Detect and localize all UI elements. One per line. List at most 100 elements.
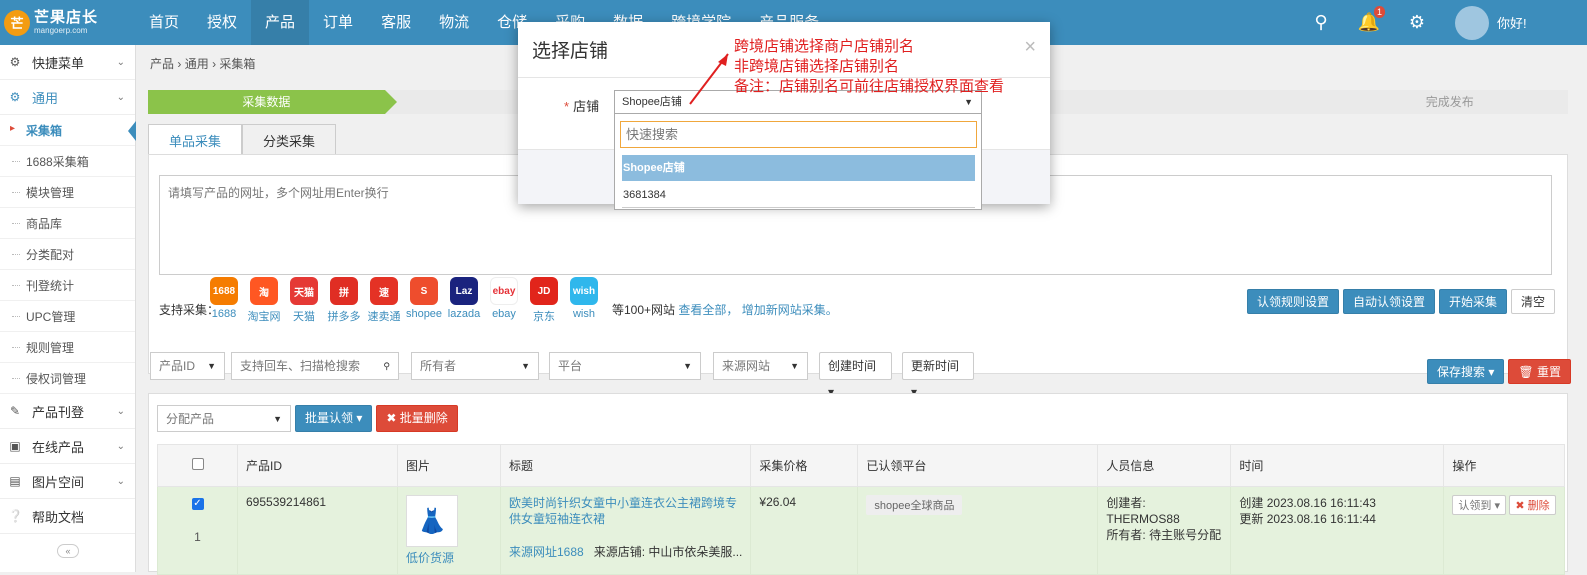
platform-item[interactable]: JD 京东 xyxy=(524,277,564,324)
clear-button[interactable]: 清空 xyxy=(1510,289,1555,314)
sidebar-item-help[interactable]: ❔ 帮助文档 xyxy=(0,499,135,534)
created-time-button[interactable]: 创建时间 ▾ xyxy=(819,352,892,399)
source-select[interactable]: 来源网站 ▼ xyxy=(713,352,808,380)
product-table: 产品ID 图片 标题 采集价格 已认领平台 人员信息 时间 操作 ✓ 1 695… xyxy=(157,444,1565,575)
nav-service[interactable]: 客服 xyxy=(367,0,425,45)
platform-item[interactable]: 淘淘宝网 xyxy=(244,277,284,324)
product-thumbnail[interactable]: 👗 xyxy=(406,495,458,547)
sidebar-sub-listing-stats[interactable]: 刊登统计 xyxy=(0,270,135,301)
platform-logo-icon: ebay xyxy=(490,277,518,305)
delete-button[interactable]: ✖ 删除 xyxy=(1509,495,1556,515)
batch-delete-button[interactable]: ✖ 批量删除 xyxy=(376,405,458,432)
chevron-down-icon: ⌄ xyxy=(116,56,125,68)
view-all-link[interactable]: 查看全部， xyxy=(678,303,738,317)
platform-item[interactable]: 天猫 天猫 xyxy=(284,277,324,324)
user-greeting[interactable]: 你好! xyxy=(1497,13,1587,32)
step-5 xyxy=(1094,90,1332,114)
platform-logo-icon: 淘 xyxy=(250,277,278,305)
sidebar-sub-product-lib[interactable]: 商品库 xyxy=(0,208,135,239)
row-title-link[interactable]: 欧美时尚针织女童中小童连衣公主裙跨境专供女童短袖连衣裙 xyxy=(509,495,742,527)
row-checkbox[interactable]: ✓ xyxy=(191,498,204,510)
owner-name: 待主账号分配 xyxy=(1149,528,1222,542)
updated-time-button[interactable]: 更新时间 ▾ xyxy=(902,352,974,399)
search-input[interactable]: 支持回车、扫描枪搜索 ⚲ xyxy=(231,352,399,380)
platform-select[interactable]: 平台 ▼ xyxy=(549,352,701,380)
creator-name: THERMOS88 xyxy=(1106,512,1180,526)
claimed-platform-tag: shopee全球商品 xyxy=(866,495,963,515)
sidebar-item-images[interactable]: ▤ 图片空间 ⌄ xyxy=(0,464,135,499)
annotation-note: 跨境店铺选择商户店铺别名 非跨境店铺选择店铺别名 备注：店铺别名可前往店铺授权界… xyxy=(734,38,1005,95)
platform-item[interactable]: 1688 1688 xyxy=(204,277,244,324)
save-search-button[interactable]: 保存搜索 ▾ xyxy=(1427,359,1505,384)
low-price-source-link[interactable]: 低价货源 xyxy=(406,549,492,566)
platform-name: 天猫 xyxy=(293,311,315,323)
sidebar-sub-module[interactable]: 模块管理 xyxy=(0,177,135,208)
add-site-link[interactable]: 增加新网站采集。 xyxy=(742,303,838,317)
created-time: 创建 2023.08.16 16:11:43 xyxy=(1239,496,1376,510)
search-icon[interactable]: ⚲ xyxy=(1297,0,1345,45)
row-price: ¥26.04 xyxy=(750,486,859,575)
platform-logo-icon: 拼 xyxy=(330,277,358,305)
platform-item[interactable]: ebay ebay xyxy=(484,277,524,324)
platform-logo-icon: JD xyxy=(530,277,558,305)
row-product-id: 695539214861 xyxy=(237,486,398,575)
bell-icon[interactable]: 🔔 1 xyxy=(1345,0,1393,45)
platform-name: 京东 xyxy=(533,311,555,323)
platform-item[interactable]: 速速卖通 xyxy=(364,277,404,324)
logo[interactable]: 芒 芒果店长 mangoerp.com xyxy=(0,0,135,45)
platform-item[interactable]: 拼拼多多 xyxy=(324,277,364,324)
assign-product-select[interactable]: 分配产品 ▼ xyxy=(157,405,291,432)
caret-down-icon: ▼ xyxy=(521,361,530,371)
claim-rule-button[interactable]: 认领规则设置 xyxy=(1246,289,1339,314)
sidebar-sub-upc[interactable]: UPC管理 xyxy=(0,301,135,332)
platform-list: 1688 1688 淘淘宝网 天猫 天猫拼拼多多速速卖通 Sshopee Laz lazada… xyxy=(204,277,604,324)
gear-icon[interactable]: ⚙ xyxy=(1393,0,1441,45)
batch-claim-button[interactable]: 批量认领 ▾ xyxy=(295,405,373,432)
logo-subtext: mangoerp.com xyxy=(34,26,88,35)
shop-search-input[interactable]: 快速搜索 xyxy=(620,121,977,148)
shop-option[interactable]: Shopee店铺 xyxy=(622,155,975,181)
sidebar-item-general[interactable]: ⚙ 通用 ⌄ xyxy=(0,80,135,115)
auto-claim-button[interactable]: 自动认领设置 xyxy=(1342,289,1435,314)
col-image: 图片 xyxy=(397,444,501,487)
close-icon[interactable]: × xyxy=(1024,36,1036,59)
owner-select[interactable]: 所有者 ▼ xyxy=(411,352,539,380)
nav-auth[interactable]: 授权 xyxy=(193,0,251,45)
sidebar-sub-collect-box[interactable]: 采集箱 xyxy=(0,115,136,146)
nav-home[interactable]: 首页 xyxy=(135,0,193,45)
platform-item[interactable]: wish wish xyxy=(564,277,604,324)
platform-logo-icon: Laz xyxy=(450,277,478,305)
avatar[interactable] xyxy=(1455,5,1489,40)
chevron-down-icon: ⌄ xyxy=(116,475,125,487)
start-collect-button[interactable]: 开始采集 xyxy=(1438,289,1507,314)
collapse-sidebar-button[interactable]: « xyxy=(57,544,79,558)
platform-logo-icon: 速 xyxy=(370,277,398,305)
platform-name: 速卖通 xyxy=(367,311,401,323)
sidebar-item-online[interactable]: ▣ 在线产品 ⌄ xyxy=(0,429,135,464)
platform-item[interactable]: Sshopee xyxy=(404,277,444,324)
col-product-id[interactable]: 产品ID xyxy=(237,444,398,487)
nav-product[interactable]: 产品 xyxy=(251,0,310,45)
platform-name: lazada xyxy=(447,308,481,320)
shop-dropdown: 快速搜索 Shopee店铺 3681384 xyxy=(614,114,982,210)
sidebar-sub-infringe[interactable]: 侵权词管理 xyxy=(0,363,135,394)
sidebar-sub-category-match[interactable]: 分类配对 xyxy=(0,239,135,270)
source-url-link[interactable]: 来源网址1688 xyxy=(509,545,584,559)
shop-option[interactable]: 3681384 xyxy=(622,182,975,208)
tab-single-collect[interactable]: 单品采集 xyxy=(148,124,242,155)
product-id-select[interactable]: 产品ID ▼ xyxy=(150,352,225,380)
sidebar-sub-rules[interactable]: 规则管理 xyxy=(0,332,135,363)
select-all-checkbox[interactable] xyxy=(191,458,204,470)
platform-name: 淘宝网 xyxy=(247,311,281,323)
col-title: 标题 xyxy=(499,444,752,487)
claim-to-button[interactable]: 认领到 ▾ xyxy=(1452,495,1506,515)
sidebar-item-quick-menu[interactable]: ⚙ 快捷菜单 ⌄ xyxy=(0,45,135,80)
nav-logistics[interactable]: 物流 xyxy=(425,0,483,45)
platform-item[interactable]: Laz lazada xyxy=(444,277,484,324)
sidebar-sub-1688-box[interactable]: 1688采集箱 xyxy=(0,146,135,177)
sidebar-item-listing[interactable]: ✎ 产品刊登 ⌄ xyxy=(0,394,135,429)
product-table-panel: 分配产品 ▼ 批量认领 ▾ ✖ 批量删除 产品ID 图片 标题 采集价格 已认领平… xyxy=(148,393,1568,575)
tab-category-collect[interactable]: 分类采集 xyxy=(242,124,336,155)
reset-button[interactable]: 🗑 重置 xyxy=(1508,359,1571,384)
nav-order[interactable]: 订单 xyxy=(309,0,367,45)
